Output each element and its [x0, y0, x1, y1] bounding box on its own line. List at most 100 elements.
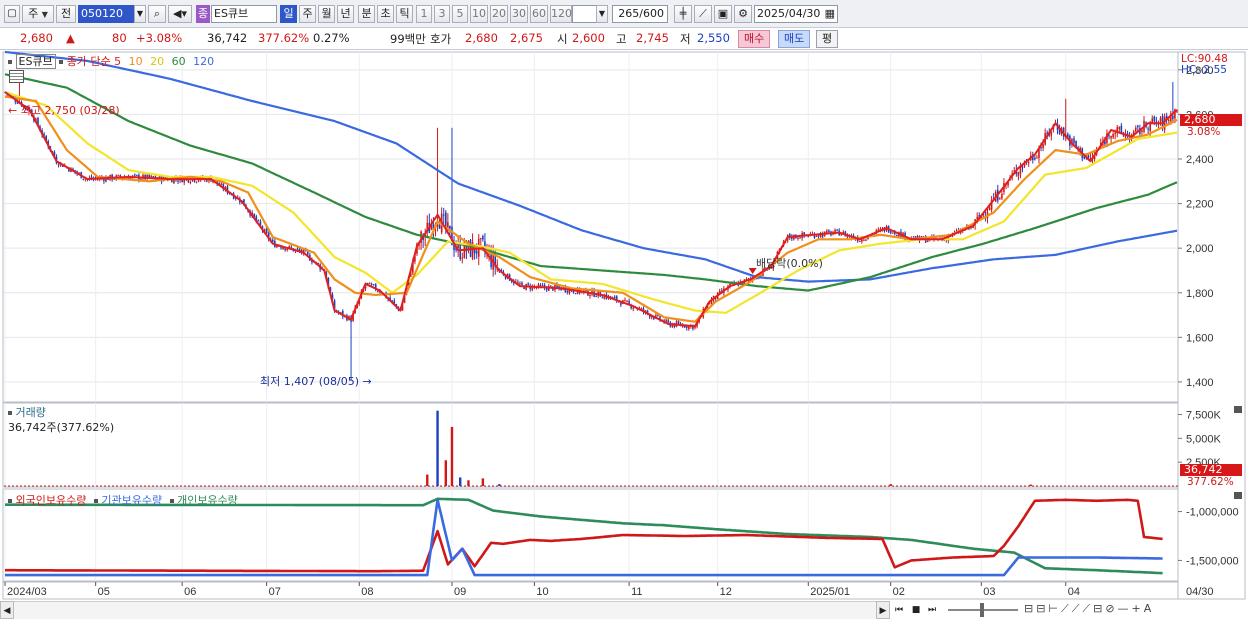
candle-body [1001, 194, 1003, 199]
candle-body [57, 164, 60, 166]
ma120-label: 120 [193, 55, 215, 68]
volume-bar [444, 460, 447, 486]
candle-body [1137, 125, 1139, 128]
x-tick-label: 12 [720, 586, 732, 598]
left-arrow-icon: ← [8, 104, 18, 117]
candle-body [834, 230, 836, 233]
volume-bar [498, 484, 501, 486]
price-pane [2, 51, 1179, 403]
x-tick-label: 10 [536, 586, 548, 598]
x-tick-label: 2025/01 [810, 586, 850, 598]
candle-body [368, 282, 371, 285]
candle-body [133, 174, 136, 176]
square-icon [169, 499, 174, 503]
candle-body [1147, 128, 1149, 130]
chart-canvas[interactable]: 2,8002,6002,4002,2002,0001,8001,6001,400… [0, 0, 1248, 621]
nav-last-button[interactable]: ⏭ [925, 601, 939, 619]
candle-body [195, 181, 198, 183]
y-tick-label: 1,600 [1186, 332, 1214, 344]
low-annotation: 최저 1,407 (08/05) → [260, 375, 372, 388]
bottom-tools-icons[interactable]: ⊟⊟⊢⟋⟋⟋⊟⊘—+A [1024, 602, 1154, 616]
price-legend: ES큐브 종가 단순 5 10 20 60 120 [8, 53, 214, 69]
candle-body [863, 239, 865, 241]
candle-body [82, 178, 85, 180]
table-icon[interactable] [9, 70, 24, 83]
candle-body [836, 229, 838, 231]
candle-body [613, 296, 616, 298]
y-tick-label: 2,000 [1186, 243, 1214, 255]
x-tick-label: 04 [1068, 586, 1080, 598]
zoom-slider-handle[interactable] [980, 603, 984, 617]
candle-body [858, 240, 861, 242]
candle-body [632, 307, 635, 309]
candle-body [826, 230, 828, 233]
candle-body [595, 296, 597, 298]
candle-body [521, 282, 523, 285]
holdings-tick-label: -1,500,000 [1186, 555, 1239, 567]
scroll-right-button[interactable]: ▶ [876, 601, 890, 619]
candle-body [284, 248, 286, 251]
candle-body [1134, 127, 1137, 132]
candle-body [1167, 119, 1170, 122]
candle-body [370, 283, 373, 285]
candle-body [817, 235, 820, 237]
candle-body [840, 234, 843, 236]
candle-body [461, 257, 464, 259]
ma20-label: 20 [150, 55, 165, 68]
volume-title: 거래량 [8, 404, 46, 420]
x-tick-label: 03 [983, 586, 995, 598]
ma10-label: 10 [128, 55, 143, 68]
candle-body [667, 320, 670, 323]
candle-body [601, 297, 604, 299]
candle-body [1110, 136, 1112, 139]
x-tick-label: 05 [98, 586, 110, 598]
candle-body [628, 301, 630, 304]
institution-label: 기관보유수량 [101, 494, 163, 507]
last-volume-tag: 36,742 [1180, 464, 1242, 476]
ma60-label: 60 [171, 55, 186, 68]
candle-body [1027, 162, 1030, 164]
close-label: 종가 단순 [66, 55, 111, 68]
volume-bar [436, 410, 439, 486]
candle-body [1141, 130, 1143, 132]
candle-body [999, 198, 1001, 200]
y-tick-label: 2,200 [1186, 199, 1214, 211]
candle-body [519, 283, 521, 285]
individual-label: 개인보유수량 [177, 494, 238, 507]
volume-bar [426, 474, 429, 486]
candle-body [527, 283, 529, 285]
candle-body [828, 230, 830, 232]
candle-body [475, 250, 478, 254]
candle-body [896, 234, 898, 236]
scroll-left-button[interactable]: ◀ [0, 601, 14, 619]
candle-body [482, 236, 484, 240]
nav-first-button[interactable]: ⏮ [892, 601, 906, 619]
nav-stop-button[interactable]: ■ [909, 601, 923, 619]
volume-pane [2, 402, 1179, 488]
volume-tick-label: 7,500K [1186, 410, 1222, 422]
high-annotation: ← 최고 2,750 (03/28) [8, 104, 120, 117]
candle-body [685, 326, 688, 328]
holdings-tick-label: -1,000,000 [1186, 507, 1239, 519]
x-tick-label: 2024/03 [7, 586, 47, 598]
candle-body [1118, 127, 1121, 129]
square-icon [93, 499, 98, 503]
foreign-label: 외국인보유수량 [15, 494, 87, 507]
candle-body [177, 180, 179, 182]
candle-body [1120, 125, 1123, 133]
volume-tick-label: 5,000K [1186, 433, 1222, 445]
y-tick-label: 2,400 [1186, 154, 1214, 166]
candle-body [589, 294, 591, 297]
candle-body [449, 225, 451, 229]
candle-body [257, 220, 260, 222]
candle-body [1151, 118, 1154, 123]
holdings-legend: 외국인보유수량 기관보유수량 개인보유수량 [8, 492, 238, 508]
candle-body [296, 248, 299, 250]
hc-label: HC:-2.55 [1181, 64, 1227, 76]
candle-body [480, 238, 482, 240]
candle-body [189, 181, 192, 183]
candle-body [1036, 157, 1038, 159]
square-icon [8, 499, 12, 503]
square-icon [8, 60, 12, 64]
horizontal-scrollbar[interactable] [14, 601, 876, 619]
